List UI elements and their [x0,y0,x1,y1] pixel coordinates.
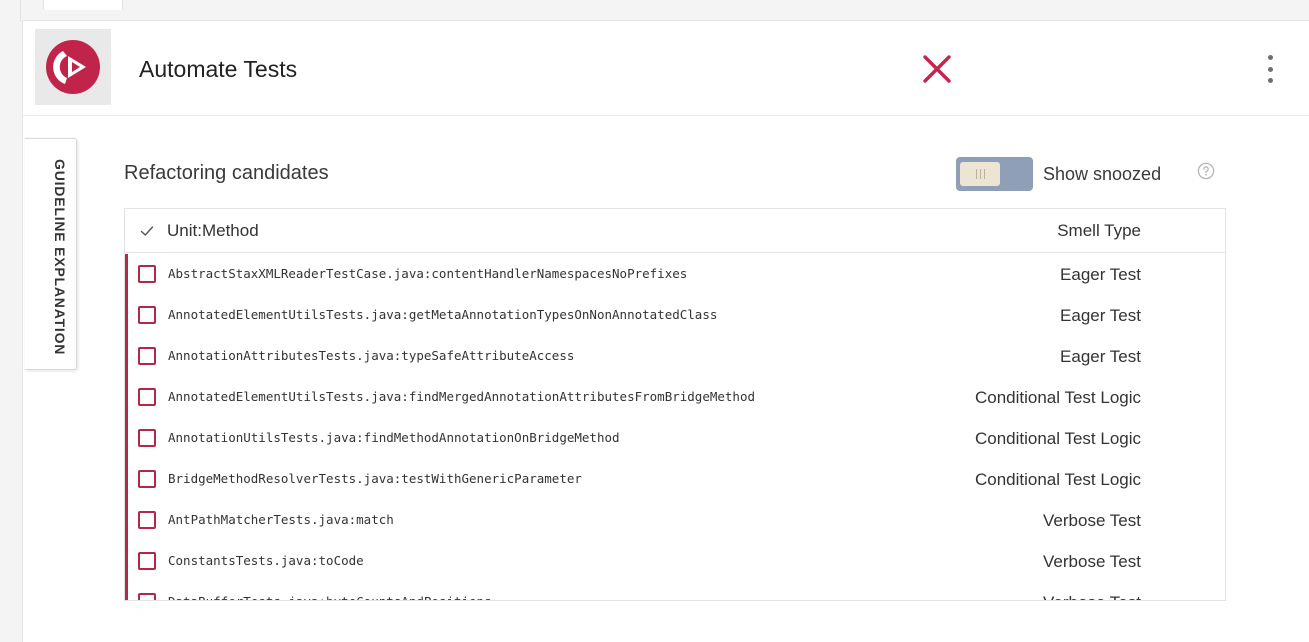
close-x-icon [923,55,951,83]
smell-type-cell: Eager Test [1060,265,1141,284]
outer-frame-line [20,0,21,22]
show-snoozed-toggle[interactable] [956,157,1033,191]
row-checkbox[interactable] [138,429,156,447]
guideline-explanation-label: GUIDELINE EXPLANATION [52,159,68,356]
more-vertical-icon[interactable] [1265,55,1275,83]
table-row[interactable]: BridgeMethodResolverTests.java:testWithG… [125,459,1225,500]
smell-type-cell: Conditional Test Logic [974,429,1141,448]
table-row[interactable]: DataBufferTests.java:byteCountsAndPositi… [125,582,1225,600]
row-checkbox[interactable] [138,388,156,406]
table-row[interactable]: ConstantsTests.java:toCode Verbose Test [125,541,1225,582]
smell-type-cell: Eager Test [1060,347,1141,366]
section-title: Refactoring candidates [124,162,329,184]
unit-method-cell: AnnotatedElementUtilsTests.java:getMetaA… [168,307,718,322]
toggle-knob[interactable] [960,162,1000,186]
unit-method-cell: BridgeMethodResolverTests.java:testWithG… [168,471,582,486]
row-checkbox[interactable] [138,306,156,324]
background-tab [43,0,123,10]
guideline-explanation-tab[interactable]: GUIDELINE EXPLANATION [25,138,77,370]
play-logo-icon [46,40,100,94]
smell-type-cell: Conditional Test Logic [974,388,1141,407]
table-body: AbstractStaxXMLReaderTestCase.java:conte… [125,254,1225,600]
smell-type-cell: Verbose Test [1043,593,1141,600]
card-header: Automate Tests [23,21,1309,116]
table-row[interactable]: AnnotatedElementUtilsTests.java:getMetaA… [125,295,1225,336]
show-snoozed-label: Show snoozed [1043,164,1162,184]
smell-type-cell: Conditional Test Logic [974,470,1141,489]
column-header-unit-method[interactable]: Unit:Method [167,221,259,241]
question-circle-icon[interactable] [1197,162,1215,180]
automate-tests-card: Automate Tests GUIDELINE EXPLANATION Ref… [22,20,1309,642]
unit-method-cell: AnnotationUtilsTests.java:findMethodAnno… [168,430,620,445]
table-header: Unit:Method Smell Type [125,209,1225,253]
table-row[interactable]: AnnotationAttributesTests.java:typeSafeA… [125,336,1225,377]
row-checkbox[interactable] [138,552,156,570]
unit-method-cell: DataBufferTests.java:byteCountsAndPositi… [168,594,492,600]
app-logo [35,29,111,105]
refactoring-candidates-table: Unit:Method Smell Type AbstractStaxXMLRe… [124,208,1226,601]
unit-method-cell: AnnotatedElementUtilsTests.java:findMerg… [168,389,755,404]
row-checkbox[interactable] [138,470,156,488]
smell-type-cell: Verbose Test [1043,511,1141,530]
table-row[interactable]: AbstractStaxXMLReaderTestCase.java:conte… [125,254,1225,295]
unit-method-cell: ConstantsTests.java:toCode [168,553,364,568]
table-row[interactable]: AntPathMatcherTests.java:match Verbose Te… [125,500,1225,541]
table-row[interactable]: AnnotationUtilsTests.java:findMethodAnno… [125,418,1225,459]
select-all-check-icon[interactable] [139,223,155,239]
smell-type-cell: Verbose Test [1043,552,1141,571]
row-checkbox[interactable] [138,511,156,529]
row-checkbox[interactable] [138,265,156,283]
column-header-smell-type[interactable]: Smell Type [1057,221,1141,241]
smell-type-cell: Eager Test [1060,306,1141,325]
row-checkbox[interactable] [138,593,156,600]
unit-method-cell: AbstractStaxXMLReaderTestCase.java:conte… [168,266,688,281]
table-row[interactable]: AnnotatedElementUtilsTests.java:findMerg… [125,377,1225,418]
row-checkbox[interactable] [138,347,156,365]
unit-method-cell: AnnotationAttributesTests.java:typeSafeA… [168,348,575,363]
page-title: Automate Tests [139,56,298,82]
unit-method-cell: AntPathMatcherTests.java:match [168,512,394,527]
